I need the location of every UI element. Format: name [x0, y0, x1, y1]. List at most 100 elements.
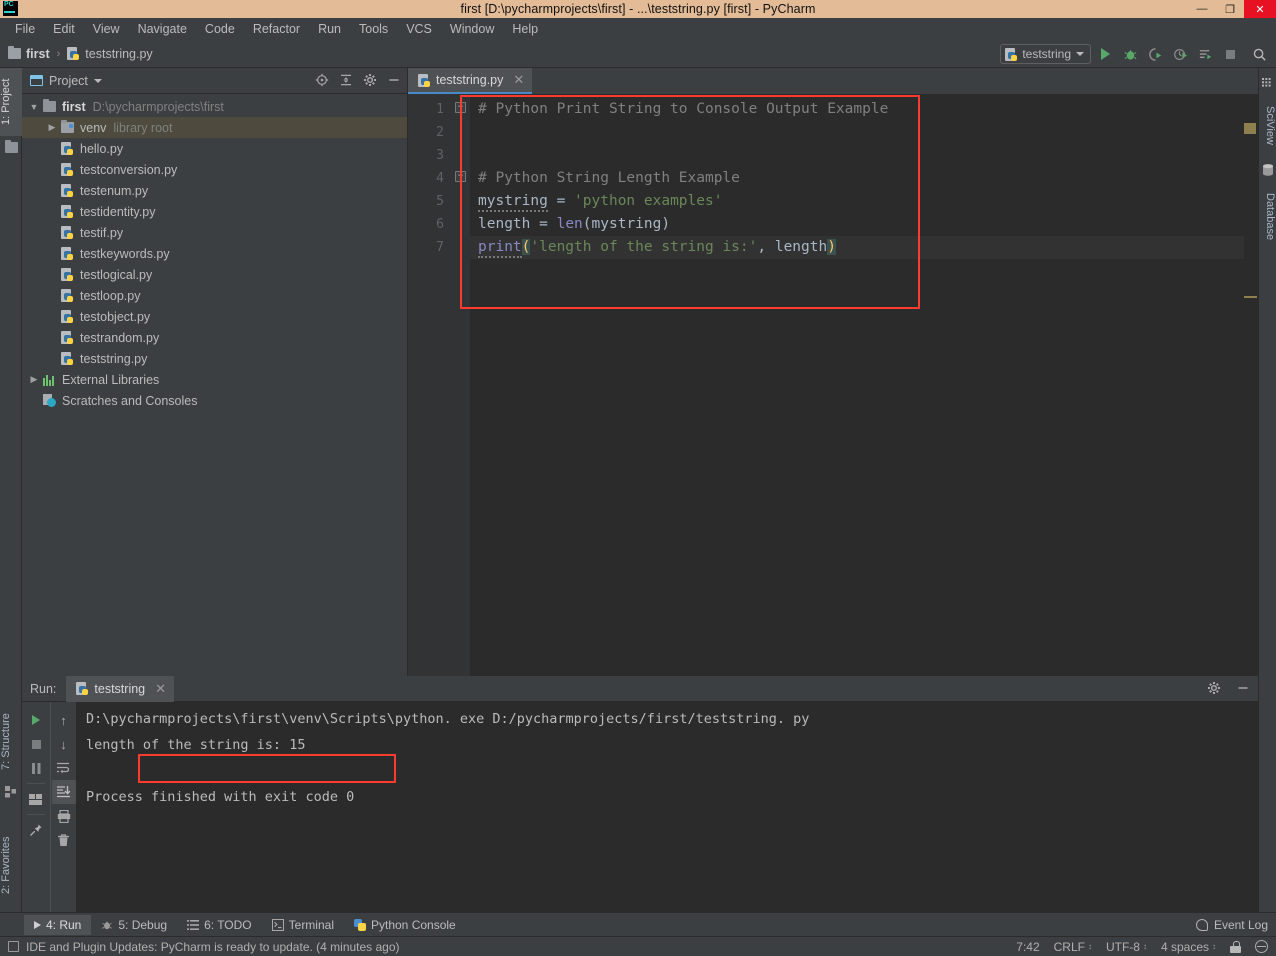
bottom-tab-run[interactable]: 4: Run: [24, 914, 92, 935]
code-line[interactable]: [470, 121, 1258, 144]
up-arrow-icon[interactable]: ↑: [52, 708, 76, 732]
code-lines[interactable]: # Python Print String to Console Output …: [470, 94, 1258, 676]
tree-item[interactable]: hello.py: [22, 138, 407, 159]
tree-item-label: testidentity.py: [80, 204, 156, 219]
tree-item[interactable]: teststring.py: [22, 348, 407, 369]
debug-button[interactable]: [1119, 43, 1141, 65]
scroll-to-end-icon[interactable]: [51, 780, 76, 804]
code-line[interactable]: [470, 144, 1258, 167]
menu-code[interactable]: Code: [196, 20, 244, 38]
hide-icon[interactable]: [386, 72, 401, 87]
gear-icon[interactable]: [362, 72, 377, 87]
breadcrumb-project[interactable]: first: [8, 46, 50, 61]
editor-tab-teststring[interactable]: teststring.py ✕: [408, 68, 533, 94]
bottom-tab-python-console[interactable]: Python Console: [344, 915, 466, 935]
sidebar-item-favorites[interactable]: 2: Favorites: [0, 820, 22, 910]
rerun-button[interactable]: [24, 708, 48, 732]
menu-help[interactable]: Help: [503, 20, 547, 38]
caret-position[interactable]: 7:42: [1016, 940, 1039, 954]
minimize-button[interactable]: —: [1188, 0, 1216, 18]
menu-refactor[interactable]: Refactor: [244, 20, 309, 38]
run-coverage-button[interactable]: [1144, 43, 1166, 65]
tree-item[interactable]: testif.py: [22, 222, 407, 243]
scrollbar-thumb[interactable]: [1244, 123, 1256, 134]
event-log-button[interactable]: Event Log: [1195, 918, 1268, 932]
maximize-button[interactable]: ❐: [1216, 0, 1244, 18]
code-line[interactable]: print('length of the string is:', length…: [470, 236, 1258, 259]
code-line[interactable]: # Python Print String to Console Output …: [470, 98, 1258, 121]
pause-button[interactable]: [24, 756, 48, 780]
code-line[interactable]: length = len(mystring): [470, 213, 1258, 236]
close-icon[interactable]: ✕: [155, 681, 166, 697]
sidebar-item-database[interactable]: Database: [1258, 180, 1276, 254]
run-button[interactable]: [1094, 43, 1116, 65]
tree-item[interactable]: Scratches and Consoles: [22, 390, 407, 411]
lock-icon[interactable]: [1230, 940, 1241, 953]
tree-expand-arrow-icon[interactable]: ▶: [28, 374, 40, 385]
tree-item[interactable]: testconversion.py: [22, 159, 407, 180]
menu-view[interactable]: View: [84, 20, 129, 38]
bottom-tab-debug[interactable]: 5: Debug: [91, 915, 177, 935]
line-separator-selector[interactable]: CRLF ↕: [1054, 940, 1092, 954]
sidebar-item-structure[interactable]: 7: Structure: [0, 700, 22, 784]
indent-selector[interactable]: 4 spaces ↕: [1161, 940, 1216, 954]
code-line[interactable]: mystring = 'python examples': [470, 190, 1258, 213]
status-message[interactable]: IDE and Plugin Updates: PyCharm is ready…: [26, 940, 400, 954]
collapse-all-icon[interactable]: [338, 72, 353, 87]
run-tab-teststring[interactable]: teststring ✕: [66, 675, 175, 702]
menu-edit[interactable]: Edit: [44, 20, 84, 38]
tree-expand-arrow-icon[interactable]: ▼: [28, 102, 40, 112]
menu-navigate[interactable]: Navigate: [129, 20, 196, 38]
search-button[interactable]: [1248, 43, 1270, 65]
tree-item[interactable]: ▶ External Libraries: [22, 369, 407, 390]
menu-tools[interactable]: Tools: [350, 20, 397, 38]
bottom-tab-todo[interactable]: 6: TODO: [177, 915, 262, 935]
breadcrumb-file[interactable]: teststring.py: [67, 46, 153, 61]
tree-item[interactable]: testrandom.py: [22, 327, 407, 348]
tree-item[interactable]: testobject.py: [22, 306, 407, 327]
python-file-icon: [61, 183, 75, 198]
layout-button[interactable]: [24, 787, 48, 811]
tree-item[interactable]: testidentity.py: [22, 201, 407, 222]
hierarchy-icon[interactable]: [1255, 940, 1268, 953]
tree-item[interactable]: testkeywords.py: [22, 243, 407, 264]
editor-scrollbar[interactable]: [1244, 120, 1258, 702]
run-configuration-selector[interactable]: teststring: [1000, 44, 1091, 64]
tree-item[interactable]: ▶ venv library root: [22, 117, 407, 138]
fold-toggle-line4[interactable]: −: [455, 171, 466, 182]
tree-expand-arrow-icon[interactable]: ▶: [46, 122, 58, 133]
code-editor[interactable]: − − 1234567 # Python Print String to Con…: [408, 94, 1258, 702]
down-arrow-icon[interactable]: ↓: [52, 732, 76, 756]
stop-button[interactable]: [24, 732, 48, 756]
tree-item[interactable]: testloop.py: [22, 285, 407, 306]
stop-button[interactable]: [1219, 43, 1241, 65]
menu-window[interactable]: Window: [441, 20, 503, 38]
pin-icon[interactable]: [24, 818, 48, 842]
soft-wrap-icon[interactable]: [52, 756, 76, 780]
sidebar-item-sciview[interactable]: SciView: [1258, 94, 1276, 156]
tree-item[interactable]: testenum.py: [22, 180, 407, 201]
locate-icon[interactable]: [314, 72, 329, 87]
run-with-console-button[interactable]: [1194, 43, 1216, 65]
bottom-tab-terminal[interactable]: Terminal: [262, 915, 344, 935]
tree-item[interactable]: ▼ first D:\pycharmprojects\first: [22, 96, 407, 117]
print-icon[interactable]: [52, 804, 76, 828]
menu-file[interactable]: File: [6, 20, 44, 38]
close-button[interactable]: ✕: [1244, 0, 1276, 18]
profile-button[interactable]: [1169, 43, 1191, 65]
clear-all-icon[interactable]: [52, 828, 76, 852]
close-icon[interactable]: ✕: [513, 72, 524, 88]
hide-icon[interactable]: [1235, 680, 1250, 695]
code-line[interactable]: # Python String Length Example: [470, 167, 1258, 190]
menu-vcs[interactable]: VCS: [397, 20, 441, 38]
fold-toggle-line1[interactable]: −: [455, 102, 466, 113]
tree-item[interactable]: testlogical.py: [22, 264, 407, 285]
gear-icon[interactable]: [1206, 680, 1221, 695]
project-tool-window: Project ▼ first D:\pycharmprojects\first ▶ v…: [22, 68, 408, 676]
run-console-output[interactable]: D:\pycharmprojects\first\venv\Scripts\py…: [76, 702, 1258, 912]
sidebar-item-project[interactable]: 1: Project: [0, 68, 22, 136]
menu-run[interactable]: Run: [309, 20, 350, 38]
encoding-selector[interactable]: UTF-8 ↕: [1106, 940, 1147, 954]
chevron-down-icon[interactable]: [93, 78, 102, 83]
